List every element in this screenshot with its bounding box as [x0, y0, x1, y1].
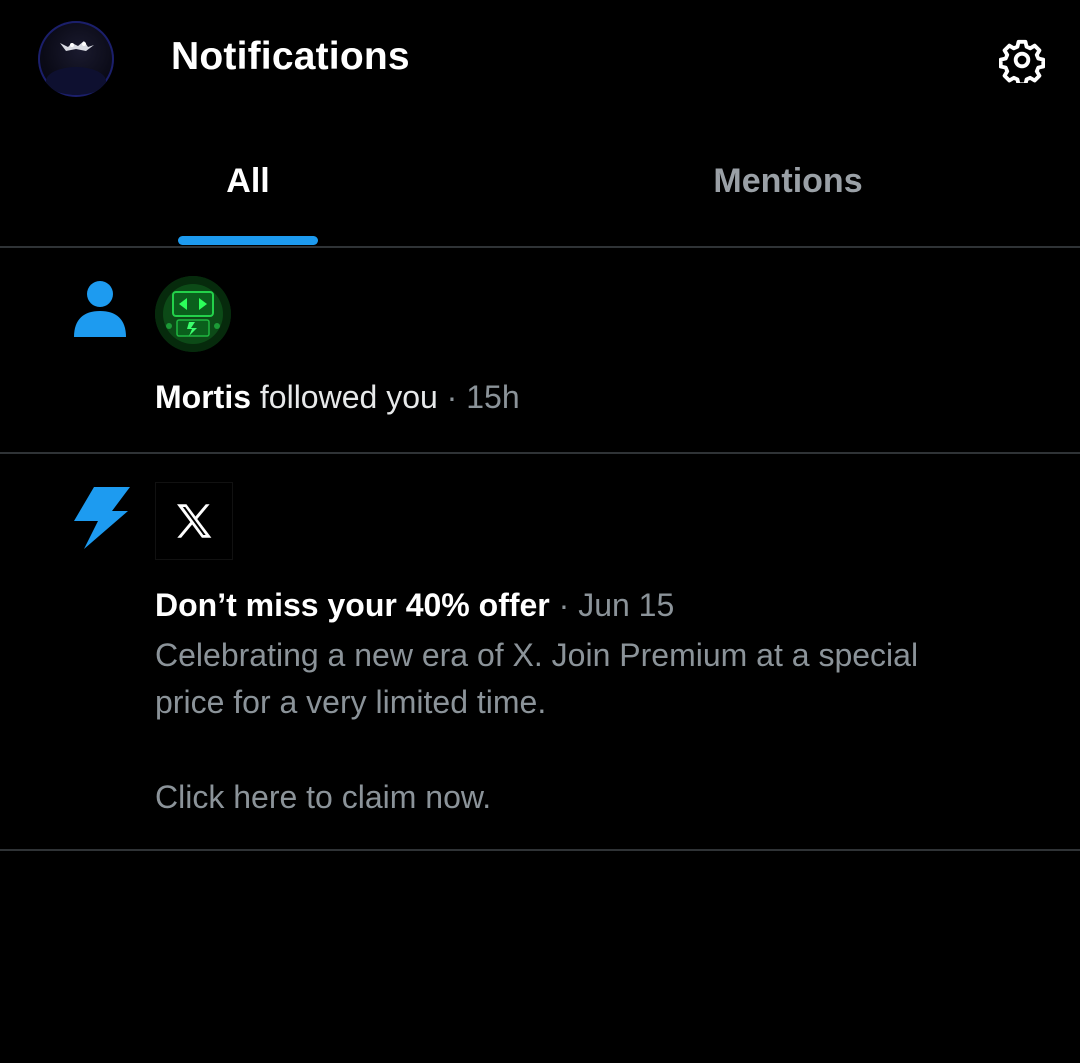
follow-action: followed you: [259, 379, 438, 415]
avatar[interactable]: [38, 21, 114, 97]
offer-title-line: Don’t miss your 40% offer · Jun 15: [155, 587, 674, 624]
tab-mentions-label: Mentions: [713, 162, 863, 200]
offer-cta[interactable]: Click here to claim now.: [155, 774, 1035, 821]
follower-avatar-image: [155, 276, 231, 352]
notification-follow[interactable]: Mortis followed you · 15h: [0, 249, 1080, 453]
person-icon: [72, 279, 128, 339]
offer-body-line: price for a very limited time.: [155, 684, 547, 720]
tab-all-label: All: [226, 162, 270, 200]
follower-avatar[interactable]: [155, 276, 231, 352]
notification-divider: [0, 452, 1080, 454]
tab-mentions[interactable]: Mentions: [518, 120, 1058, 247]
top-app-bar: Notifications: [0, 0, 1080, 120]
x-logo-icon: [155, 482, 233, 560]
avatar-image: [46, 41, 106, 95]
separator: ·: [446, 379, 458, 415]
settings-button[interactable]: [996, 34, 1048, 86]
separator: ·: [558, 587, 570, 623]
timestamp: Jun 15: [578, 587, 675, 623]
notification-divider: [0, 849, 1080, 851]
tab-all[interactable]: All: [0, 120, 518, 247]
offer-body: Celebrating a new era of X. Join Premium…: [155, 632, 1035, 726]
follow-text: Mortis followed you · 15h: [155, 379, 520, 416]
offer-title: Don’t miss your 40% offer: [155, 587, 550, 623]
page-title: Notifications: [171, 35, 410, 78]
timestamp: 15h: [466, 379, 520, 415]
follower-name[interactable]: Mortis: [155, 379, 251, 415]
tab-bar: All Mentions: [0, 120, 1080, 247]
tab-selected-indicator: [178, 236, 318, 245]
offer-body-line: Celebrating a new era of X. Join Premium…: [155, 637, 919, 673]
lightning-icon: [72, 485, 132, 551]
gear-icon: [999, 39, 1045, 83]
notification-premium-offer[interactable]: Don’t miss your 40% offer · Jun 15 Celeb…: [0, 455, 1080, 850]
tab-bar-divider: [0, 246, 1080, 248]
